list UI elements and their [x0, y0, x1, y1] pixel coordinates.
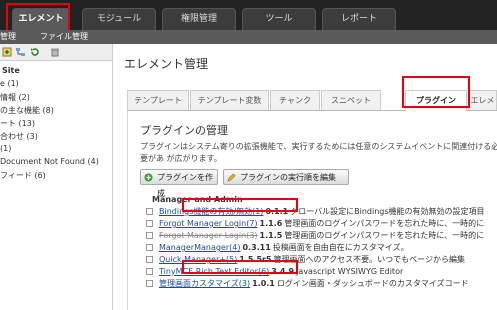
plugin-row: Bindings機能の有効/無効(1) 0.1.1 グローバル設定にBindings…	[146, 206, 485, 218]
plugin-description: 管理画面のログインパスワードを忘れた時に、一時的に	[284, 219, 485, 228]
row-checkbox[interactable]	[146, 280, 153, 287]
plugin-row: Forgot Manager Login(7) 1.1.6 管理画面のログインパスワ…	[146, 218, 484, 230]
subnav-file-manager-link[interactable]: ファイル管理	[40, 31, 88, 42]
pencil-icon	[227, 173, 236, 182]
top-tab-modules[interactable]: モジュール	[82, 8, 156, 30]
plugin-row: Forgot Manager Login(3) 1.1.5 管理画面のログインパスワ…	[146, 230, 484, 242]
tree-item[interactable]: Document Not Found (4)	[0, 157, 99, 166]
plugin-link[interactable]: Quick Manager+(5)	[159, 255, 237, 264]
plugin-description: ログイン画面・ダッシュボードのカスタマイズコード	[276, 279, 469, 288]
tree-item[interactable]: e (1)	[0, 79, 19, 88]
plugin-version: 0.3.11	[242, 243, 271, 252]
tree-toolbar	[0, 44, 112, 61]
plugin-version: 1.5.5r5	[239, 255, 272, 264]
plugin-link[interactable]: ManagerManager(4)	[159, 243, 240, 252]
plugin-link[interactable]: Bindings機能の有効/無効(1)	[159, 207, 263, 216]
row-checkbox[interactable]	[146, 244, 153, 251]
tab-chunks[interactable]: チャンク	[270, 90, 320, 110]
plugin-description: 管理画面へのアクセス不要。いつでもページから編集	[273, 255, 465, 264]
plugin-link[interactable]: Forgot Manager Login(7)	[159, 219, 258, 228]
plugin-row: 管理画面カスタマイズ(3) 1.0.1 ログイン画面・ダッシュボードのカスタマイズコ…	[146, 278, 469, 290]
tab-templates[interactable]: テンプレート	[127, 90, 189, 110]
top-tab-elements[interactable]: エレメント	[12, 8, 70, 30]
top-menu-bar: エレメント モジュール 権限管理 ツール レポート	[0, 0, 497, 30]
plugin-description: 管理画面のログインパスワードを忘れた時に、一時的に	[284, 231, 485, 240]
refresh-icon[interactable]	[30, 47, 40, 57]
row-checkbox[interactable]	[146, 220, 153, 227]
tree-item[interactable]: の主な機能 (8)	[0, 105, 54, 116]
row-checkbox[interactable]	[146, 232, 153, 239]
subnav-manage-link[interactable]: 管理	[0, 31, 16, 42]
trash-icon[interactable]	[50, 47, 60, 57]
plugin-link[interactable]: Forgot Manager Login(3)	[159, 231, 258, 240]
sub-menu-bar: 管理 ファイル管理	[0, 30, 497, 44]
plugin-version: 1.0.1	[252, 279, 275, 288]
add-icon[interactable]	[2, 47, 12, 57]
plugin-row: TinyMCE Rich Text Editor(6) 3.4.9 Javascri…	[146, 266, 403, 278]
top-tab-security[interactable]: 権限管理	[162, 8, 236, 30]
tree-item[interactable]: (1)	[0, 144, 11, 153]
element-tabs: テンプレート テンプレート変数 チャンク スニペット プラグイン エレメ	[127, 88, 497, 111]
edit-order-label: プラグインの実行順を編集	[240, 173, 336, 182]
main-content: エレメント管理 テンプレート テンプレート変数 チャンク スニペット プラグイン…	[113, 44, 497, 310]
tree-icon[interactable]	[16, 47, 26, 57]
row-checkbox[interactable]	[146, 256, 153, 263]
add-circle-icon	[144, 173, 153, 182]
create-plugin-button[interactable]: プラグインを作成	[140, 169, 218, 198]
category-header: Manager and Admin	[152, 195, 243, 204]
row-checkbox[interactable]	[146, 268, 153, 275]
row-checkbox[interactable]	[146, 208, 153, 215]
tab-elements-more[interactable]: エレメ	[468, 90, 497, 110]
section-description: プラグインはシステム寄りの拡張機能で、実行するためには任意のシステムイベントに関…	[140, 142, 497, 163]
plugin-description: Javascript WYSIWYG Editor	[296, 267, 404, 276]
plugin-link[interactable]: TinyMCE Rich Text Editor(6)	[159, 267, 269, 276]
plugin-version: 1.1.5	[259, 231, 283, 240]
plugin-version: 0.1.1	[265, 207, 289, 216]
plugin-description: 投稿画面を自由自在にカスタマイズ。	[272, 243, 409, 252]
tab-plugins[interactable]: プラグイン	[405, 90, 467, 111]
plugin-row: Quick Manager+(5) 1.5.5r5 管理画面へのアクセス不要。いつで…	[146, 254, 465, 266]
tree-root-site[interactable]: Site	[2, 66, 20, 75]
page-title: エレメント管理	[124, 57, 209, 71]
tree-item[interactable]: ート (13)	[0, 118, 35, 129]
top-tab-tools[interactable]: ツール	[242, 8, 316, 30]
plugin-row: ManagerManager(4) 0.3.11 投稿画面を自由自在にカスタマイズ。	[146, 242, 409, 254]
tree-item[interactable]: 合わせ (3)	[0, 131, 38, 142]
plugin-description: グローバル設定にBindings機能の有効無効の設定項目	[290, 207, 485, 216]
tree-item[interactable]: 情報 (2)	[0, 92, 30, 103]
tree-item[interactable]: フィード (6)	[0, 170, 46, 181]
section-title: プラグインの管理	[140, 124, 228, 137]
plugin-link[interactable]: 管理画面カスタマイズ(3)	[159, 279, 250, 288]
plugin-version: 3.4.9	[271, 267, 295, 276]
tab-snippets[interactable]: スニペット	[321, 90, 381, 110]
plugin-version: 1.1.6	[259, 219, 283, 228]
edit-order-button[interactable]: プラグインの実行順を編集	[223, 169, 349, 185]
site-tree-panel: Site e (1) 情報 (2) の主な機能 (8) ート (13) 合わせ …	[0, 44, 113, 310]
top-tab-reports[interactable]: レポート	[322, 8, 396, 30]
tab-template-variables[interactable]: テンプレート変数	[190, 90, 269, 110]
plugin-panel: プラグインの管理 プラグインはシステム寄りの拡張機能で、実行するためには任意のシ…	[127, 111, 497, 310]
